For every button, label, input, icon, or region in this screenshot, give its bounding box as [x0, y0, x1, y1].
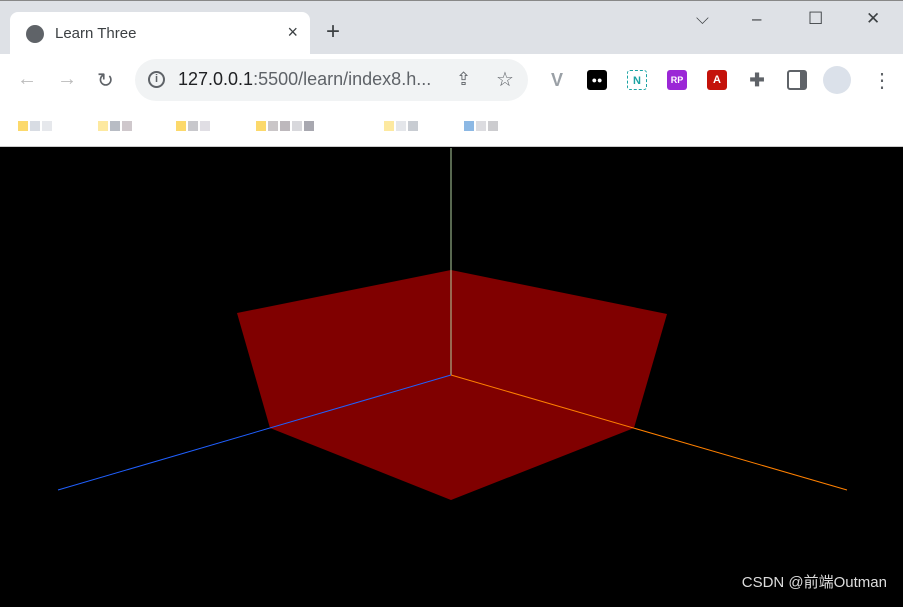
tab-title: Learn Three — [55, 25, 137, 42]
globe-icon — [26, 25, 44, 43]
reload-button[interactable]: ↻ — [97, 68, 114, 93]
n-extension-icon[interactable]: N — [627, 70, 647, 90]
red-box-mesh — [237, 270, 667, 500]
profile-avatar[interactable] — [823, 66, 851, 94]
bookmark-item[interactable] — [464, 116, 498, 136]
bookmark-item[interactable] — [384, 116, 418, 136]
tab-strip: Learn Three × + ⌵ – ☐ ✕ — [0, 0, 903, 55]
url-host: 127.0.0.1 — [178, 69, 254, 89]
scene-svg — [57, 148, 848, 500]
watermark: CSDN @前端Outman — [741, 574, 887, 591]
share-icon[interactable]: ⇪ — [456, 69, 471, 90]
url-text[interactable]: 127.0.0.1:5500/learn/index8.h... — [178, 69, 431, 90]
info-icon[interactable]: i — [148, 71, 165, 88]
bookmark-item[interactable] — [256, 116, 314, 136]
side-panel-icon[interactable] — [787, 70, 807, 90]
threejs-canvas[interactable]: CSDN @前端Outman — [0, 148, 903, 602]
browser-tab[interactable]: Learn Three × — [10, 12, 310, 55]
back-button[interactable]: ← — [17, 68, 37, 91]
bookmark-item[interactable] — [18, 116, 52, 136]
tampermonkey-icon[interactable]: ●● — [587, 70, 607, 90]
bookmark-item[interactable] — [98, 116, 132, 136]
maximize-button[interactable]: ☐ — [808, 9, 823, 29]
bookmark-star-icon[interactable]: ☆ — [496, 67, 514, 92]
extensions-puzzle-icon[interactable]: ✚ — [747, 70, 767, 90]
menu-button[interactable]: ⋮ — [872, 68, 892, 93]
minimize-button[interactable]: – — [752, 9, 761, 29]
tab-search-button[interactable]: ⌵ — [696, 9, 709, 29]
forward-button[interactable]: → — [57, 68, 77, 91]
vue-devtools-icon[interactable]: V — [547, 70, 567, 90]
close-window-button[interactable]: ✕ — [866, 9, 880, 29]
address-bar[interactable]: i 127.0.0.1:5500/learn/index8.h... ⇪ ☆ — [135, 59, 528, 101]
axure-rp-icon[interactable]: RP — [667, 70, 687, 90]
url-path: :5500/learn/index8.h... — [253, 69, 432, 89]
tab-close-button[interactable]: × — [287, 22, 298, 43]
bookmark-item[interactable] — [176, 116, 210, 136]
new-tab-button[interactable]: + — [326, 18, 340, 46]
browser-toolbar: ← → ↻ i 127.0.0.1:5500/learn/index8.h...… — [0, 54, 903, 106]
bookmarks-bar — [0, 106, 903, 147]
acrobat-icon[interactable]: A — [707, 70, 727, 90]
